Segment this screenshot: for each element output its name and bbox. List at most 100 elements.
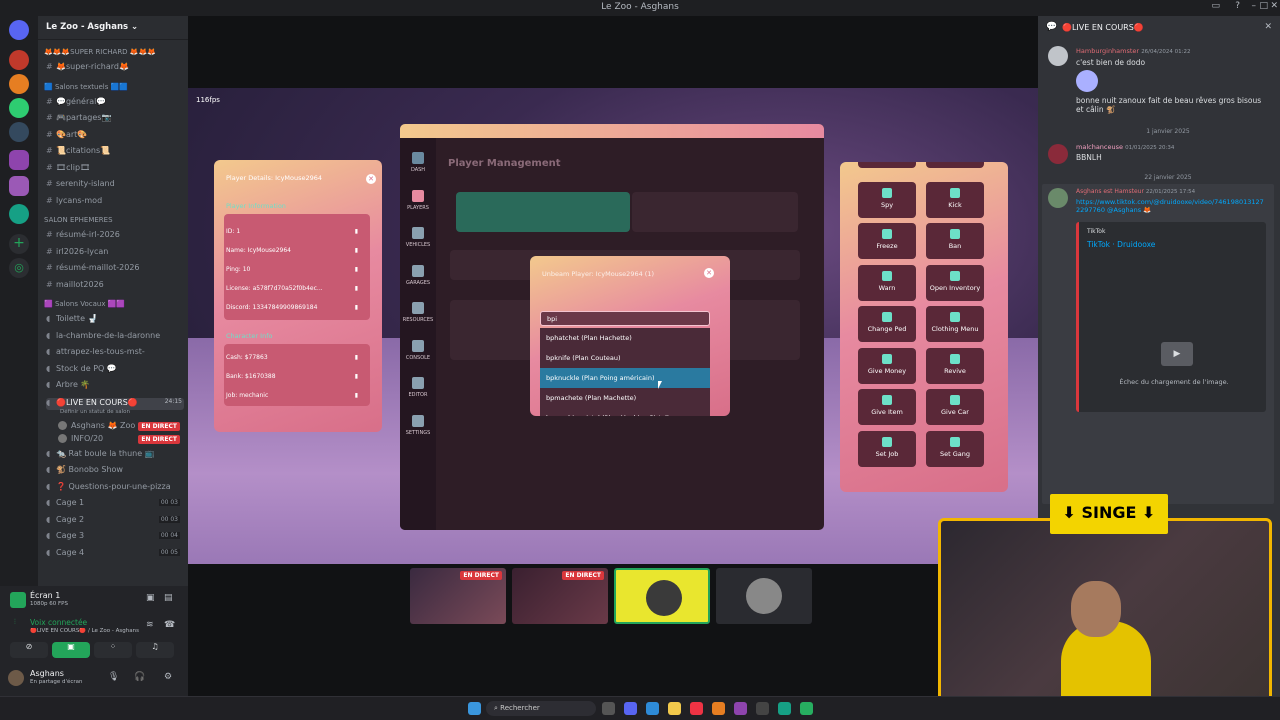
activities-icon[interactable]: ⁘ bbox=[94, 642, 132, 658]
action-send-back-button[interactable]: Send Back bbox=[858, 162, 916, 168]
disconnect-icon[interactable]: ☎ bbox=[164, 620, 175, 630]
start-icon[interactable] bbox=[468, 702, 481, 715]
server-folder-icon[interactable] bbox=[9, 150, 29, 170]
action-give-item-button[interactable]: Give Item bbox=[858, 389, 916, 425]
voice-channel[interactable]: ◖ ❓ Questions-pour-une-pizza bbox=[46, 482, 184, 494]
close-icon[interactable]: ✕ bbox=[366, 174, 376, 184]
sidebar-item-vehicles[interactable]: VEHICLES bbox=[400, 223, 436, 257]
add-server-icon[interactable]: + bbox=[9, 234, 29, 254]
text-channel[interactable]: # 🦊super-richard🦊 bbox=[46, 62, 184, 74]
app-icon[interactable] bbox=[734, 702, 747, 715]
text-channel[interactable]: # 🎞clip🎞 bbox=[46, 163, 184, 175]
mic-icon[interactable]: 🎙 bbox=[108, 672, 119, 682]
dropdown-option[interactable]: bpmachinepistol (Plan Machine Pistol) bbox=[540, 408, 710, 416]
text-channel[interactable]: # résumé-maillot-2026 bbox=[46, 263, 184, 275]
voice-connected[interactable]: Voix connectée bbox=[30, 618, 87, 627]
dropdown-option[interactable]: bphatchet (Plan Hachette) bbox=[540, 328, 710, 348]
voice-channel[interactable]: ◖ Cage 3 00 04 bbox=[46, 531, 184, 543]
app-icon[interactable] bbox=[778, 702, 791, 715]
server-folder-icon[interactable] bbox=[9, 176, 29, 196]
noise-suppression-icon[interactable]: ≋ bbox=[146, 620, 154, 630]
copy-icon[interactable]: ▮ bbox=[355, 266, 358, 273]
firefox-icon[interactable] bbox=[712, 702, 725, 715]
discord-home-icon[interactable] bbox=[9, 20, 29, 40]
action-give-car-button[interactable]: Give Car bbox=[926, 389, 984, 425]
server-icon[interactable] bbox=[9, 122, 29, 142]
text-channel[interactable]: # résumé-irl-2026 bbox=[46, 230, 184, 242]
text-channel[interactable]: # 🎨art🎨 bbox=[46, 130, 184, 142]
taskview-icon[interactable] bbox=[602, 702, 615, 715]
voice-channel[interactable]: ◖ attrapez-les-tous-mst- bbox=[46, 347, 184, 359]
sidebar-item-editor[interactable]: EDITOR bbox=[400, 373, 436, 407]
obs-icon[interactable] bbox=[690, 702, 703, 715]
voice-channel[interactable]: ◖ Cage 2 00 03 bbox=[46, 515, 184, 527]
action-clothing-menu-button[interactable]: Clothing Menu bbox=[926, 306, 984, 342]
copy-icon[interactable]: ▮ bbox=[355, 247, 358, 254]
channel-category[interactable]: SALON EPHEMERES bbox=[44, 216, 113, 224]
sidebar-item-dash[interactable]: DASH bbox=[400, 148, 436, 182]
text-channel[interactable]: # 🎮partages📷 bbox=[46, 113, 184, 125]
action-revive-button[interactable]: Revive bbox=[926, 347, 984, 384]
copy-icon[interactable]: ▮ bbox=[355, 304, 358, 311]
sidebar-item-resources[interactable]: RESOURCES bbox=[400, 298, 436, 332]
voice-channel[interactable]: ◖ Toilette 🚽 bbox=[46, 314, 184, 326]
inbox-icon[interactable]: ▭ bbox=[1211, 1, 1220, 11]
maximize-icon[interactable]: □ bbox=[1259, 1, 1268, 11]
voice-channel[interactable]: ◖ Cage 4 00 05 bbox=[46, 548, 184, 560]
action-set-job-button[interactable]: Set Job bbox=[858, 430, 916, 467]
soundboard-icon[interactable]: ♫ bbox=[136, 642, 174, 658]
action-give-money-button[interactable]: Give Money bbox=[858, 347, 916, 384]
copy-icon[interactable]: ▮ bbox=[355, 228, 358, 235]
action-freeze-button[interactable]: Freeze bbox=[858, 223, 916, 259]
close-icon[interactable]: ✕ bbox=[704, 268, 714, 278]
sidebar-item-players[interactable]: PLAYERS bbox=[400, 186, 436, 220]
action-ban-button[interactable]: Ban bbox=[926, 223, 984, 259]
avatar[interactable] bbox=[8, 670, 24, 686]
explorer-icon[interactable] bbox=[668, 702, 681, 715]
channel-category[interactable]: 🟦 Salons textuels 🟦🟦 bbox=[44, 83, 128, 91]
user-settings-icon[interactable]: ⚙ bbox=[164, 672, 172, 682]
server-icon[interactable] bbox=[9, 74, 29, 94]
server-header[interactable]: Le Zoo - Asghans ⌄ bbox=[38, 16, 188, 40]
dropdown-option[interactable]: bpmachete (Plan Machette) bbox=[540, 388, 710, 408]
copy-icon[interactable]: ▮ bbox=[355, 354, 358, 361]
user-name[interactable]: Asghans bbox=[30, 669, 64, 678]
stream-thumbnail[interactable]: EN DIRECT bbox=[410, 568, 506, 624]
voice-channel[interactable]: ◖ Arbre 🌴 bbox=[46, 380, 184, 392]
action-kick-button[interactable]: Kick bbox=[926, 181, 984, 218]
dropdown-option[interactable]: bpknife (Plan Couteau) bbox=[540, 348, 710, 368]
embed-title[interactable]: TikTok · Druidooxe bbox=[1087, 240, 1155, 249]
channel-category[interactable]: 🦊🦊🦊SUPER RICHARD 🦊🦊🦊 bbox=[44, 48, 156, 56]
text-channel[interactable]: # maillot2026 bbox=[46, 280, 184, 292]
participant-tile[interactable] bbox=[716, 568, 812, 624]
participant-tile[interactable] bbox=[614, 568, 710, 624]
voice-channel[interactable]: ◖ 🐒 Bonobo Show bbox=[46, 465, 184, 477]
sidebar-item-garages[interactable]: GARAGES bbox=[400, 261, 436, 295]
discord-icon[interactable] bbox=[624, 702, 637, 715]
signal-icon[interactable]: ⫶ bbox=[14, 618, 16, 627]
tab-players[interactable] bbox=[456, 192, 630, 232]
minimize-icon[interactable]: – bbox=[1252, 1, 1257, 11]
screen-share-button[interactable]: ▣ bbox=[52, 642, 90, 658]
channel-status[interactable]: Définir un statut de salon bbox=[60, 409, 198, 421]
voice-user[interactable]: Asghans 🦊 Zoo EN DIRECT bbox=[58, 420, 184, 433]
action-spectate-button[interactable]: Spectate bbox=[926, 162, 984, 168]
copy-icon[interactable]: ▮ bbox=[355, 392, 358, 399]
camera-icon[interactable]: ⊘ bbox=[10, 642, 48, 658]
action-warn-button[interactable]: Warn bbox=[858, 264, 916, 301]
game-stream[interactable]: 116fps Player Details: IcyMouse2964 ✕ Pl… bbox=[188, 88, 1038, 564]
close-window-icon[interactable]: ✕ bbox=[1270, 1, 1278, 11]
server-icon[interactable] bbox=[9, 204, 29, 224]
action-change-ped-button[interactable]: Change Ped bbox=[858, 306, 916, 342]
voice-channel[interactable]: ◖ Cage 1 00 03 bbox=[46, 498, 184, 510]
app-icon[interactable] bbox=[800, 702, 813, 715]
help-icon[interactable]: ? bbox=[1235, 1, 1240, 11]
explore-icon[interactable]: ◎ bbox=[9, 258, 29, 278]
item-search-input[interactable]: bpi bbox=[540, 311, 710, 326]
voice-channel[interactable]: ◖ la-chambre-de-la-daronne bbox=[46, 331, 184, 343]
copy-icon[interactable]: ▮ bbox=[355, 285, 358, 292]
close-icon[interactable]: ✕ bbox=[1264, 22, 1272, 32]
action-spy-button[interactable]: Spy bbox=[858, 181, 916, 218]
voice-channel[interactable]: ◖ Stock de PQ 💬 bbox=[46, 364, 184, 376]
screen-settings-icon[interactable]: ▣ bbox=[146, 593, 155, 603]
